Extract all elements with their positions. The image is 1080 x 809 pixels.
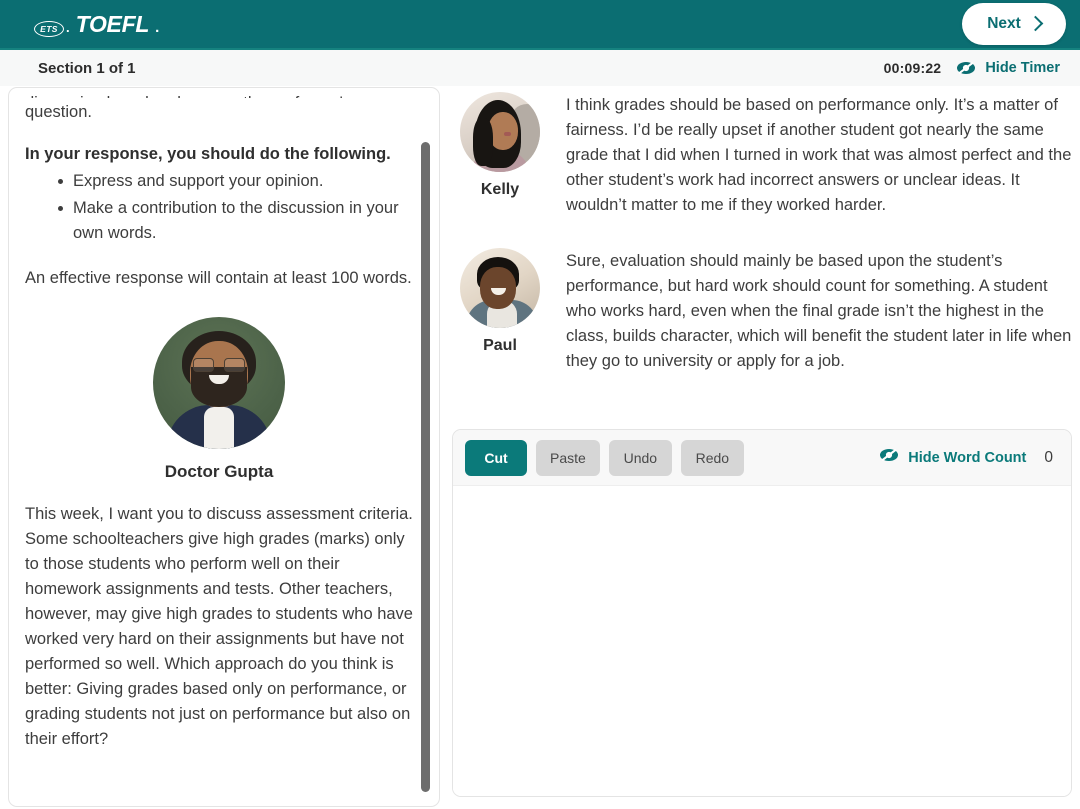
discussion-posts: Kelly I think grades should be based on … xyxy=(452,86,1072,374)
section-title: Section 1 of 1 xyxy=(38,59,136,77)
prompt-panel-content: discussion board and answer the professo… xyxy=(9,88,439,752)
glasses-icon xyxy=(193,358,245,372)
prompt-intro-tail: question. xyxy=(25,103,92,121)
next-button[interactable]: Next xyxy=(962,3,1066,45)
toefl-logo: ETS . TOEFL . xyxy=(34,11,159,38)
undo-button[interactable]: Undo xyxy=(608,439,672,476)
editor-toolbar: Cut Paste Undo Redo Hide Word Count 0 xyxy=(453,430,1071,486)
post-text: I think grades should be based on perfor… xyxy=(566,96,1072,214)
prompt-panel: discussion board and answer the professo… xyxy=(8,87,440,807)
ets-logo-icon: ETS xyxy=(34,20,64,37)
prompt-clipped-line: discussion board and answer the professo… xyxy=(25,90,413,98)
avatar xyxy=(460,92,540,172)
post-author-name: Kelly xyxy=(480,181,520,198)
professor-block: Doctor Gupta xyxy=(25,317,413,482)
cut-button[interactable]: Cut xyxy=(465,439,527,476)
response-editor: Cut Paste Undo Redo Hide Word Count 0 xyxy=(452,429,1072,797)
paste-button[interactable]: Paste xyxy=(536,439,600,476)
toefl-wordmark-period: . xyxy=(155,18,160,36)
body-area: discussion board and answer the professo… xyxy=(0,86,1080,809)
post-text: Sure, evaluation should mainly be based … xyxy=(566,252,1072,370)
professor-name: Doctor Gupta xyxy=(164,462,274,481)
hide-word-count-label: Hide Word Count xyxy=(908,449,1027,466)
professor-post-text: This week, I want you to discuss assessm… xyxy=(25,505,413,748)
timer-value: 00:09:22 xyxy=(883,60,942,76)
section-bar: Section 1 of 1 00:09:22 Hide Timer xyxy=(0,48,1080,86)
next-button-label: Next xyxy=(987,15,1021,32)
prompt-scrollbar-thumb[interactable] xyxy=(421,142,430,792)
response-input[interactable] xyxy=(453,486,1071,796)
post-author-name: Paul xyxy=(483,337,517,354)
post-author-paul: Paul xyxy=(452,248,548,374)
timer-group: 00:09:22 Hide Timer xyxy=(884,60,1066,76)
toefl-wordmark: TOEFL xyxy=(75,10,150,37)
prompt-instructions-heading: In your response, you should do the foll… xyxy=(25,145,391,163)
word-count-group: Hide Word Count 0 xyxy=(879,448,1053,467)
discussion-column: Kelly I think grades should be based on … xyxy=(452,86,1072,809)
post-author-kelly: Kelly xyxy=(452,92,548,218)
avatar xyxy=(460,248,540,328)
app-header: ETS . TOEFL . Next xyxy=(0,0,1080,48)
list-item: Express and support your opinion. xyxy=(25,169,413,194)
eye-off-icon xyxy=(956,61,976,75)
chevron-right-icon xyxy=(1027,15,1044,32)
hide-timer-label: Hide Timer xyxy=(985,60,1060,76)
list-item: Kelly I think grades should be based on … xyxy=(452,92,1072,218)
list-item: Make a contribution to the discussion in… xyxy=(25,196,413,246)
avatar xyxy=(153,317,285,449)
hide-timer-button[interactable]: Hide Timer xyxy=(956,60,1066,76)
list-item: Paul Sure, evaluation should mainly be b… xyxy=(452,248,1072,374)
prompt-effective-note: An effective response will contain at le… xyxy=(25,269,412,287)
eye-off-icon xyxy=(879,448,899,467)
hide-word-count-button[interactable]: Hide Word Count xyxy=(879,448,1026,467)
prompt-instruction-list: Express and support your opinion. Make a… xyxy=(25,169,413,246)
ets-logo-period: . xyxy=(66,19,70,35)
word-count-value: 0 xyxy=(1044,448,1053,466)
redo-button[interactable]: Redo xyxy=(680,439,744,476)
